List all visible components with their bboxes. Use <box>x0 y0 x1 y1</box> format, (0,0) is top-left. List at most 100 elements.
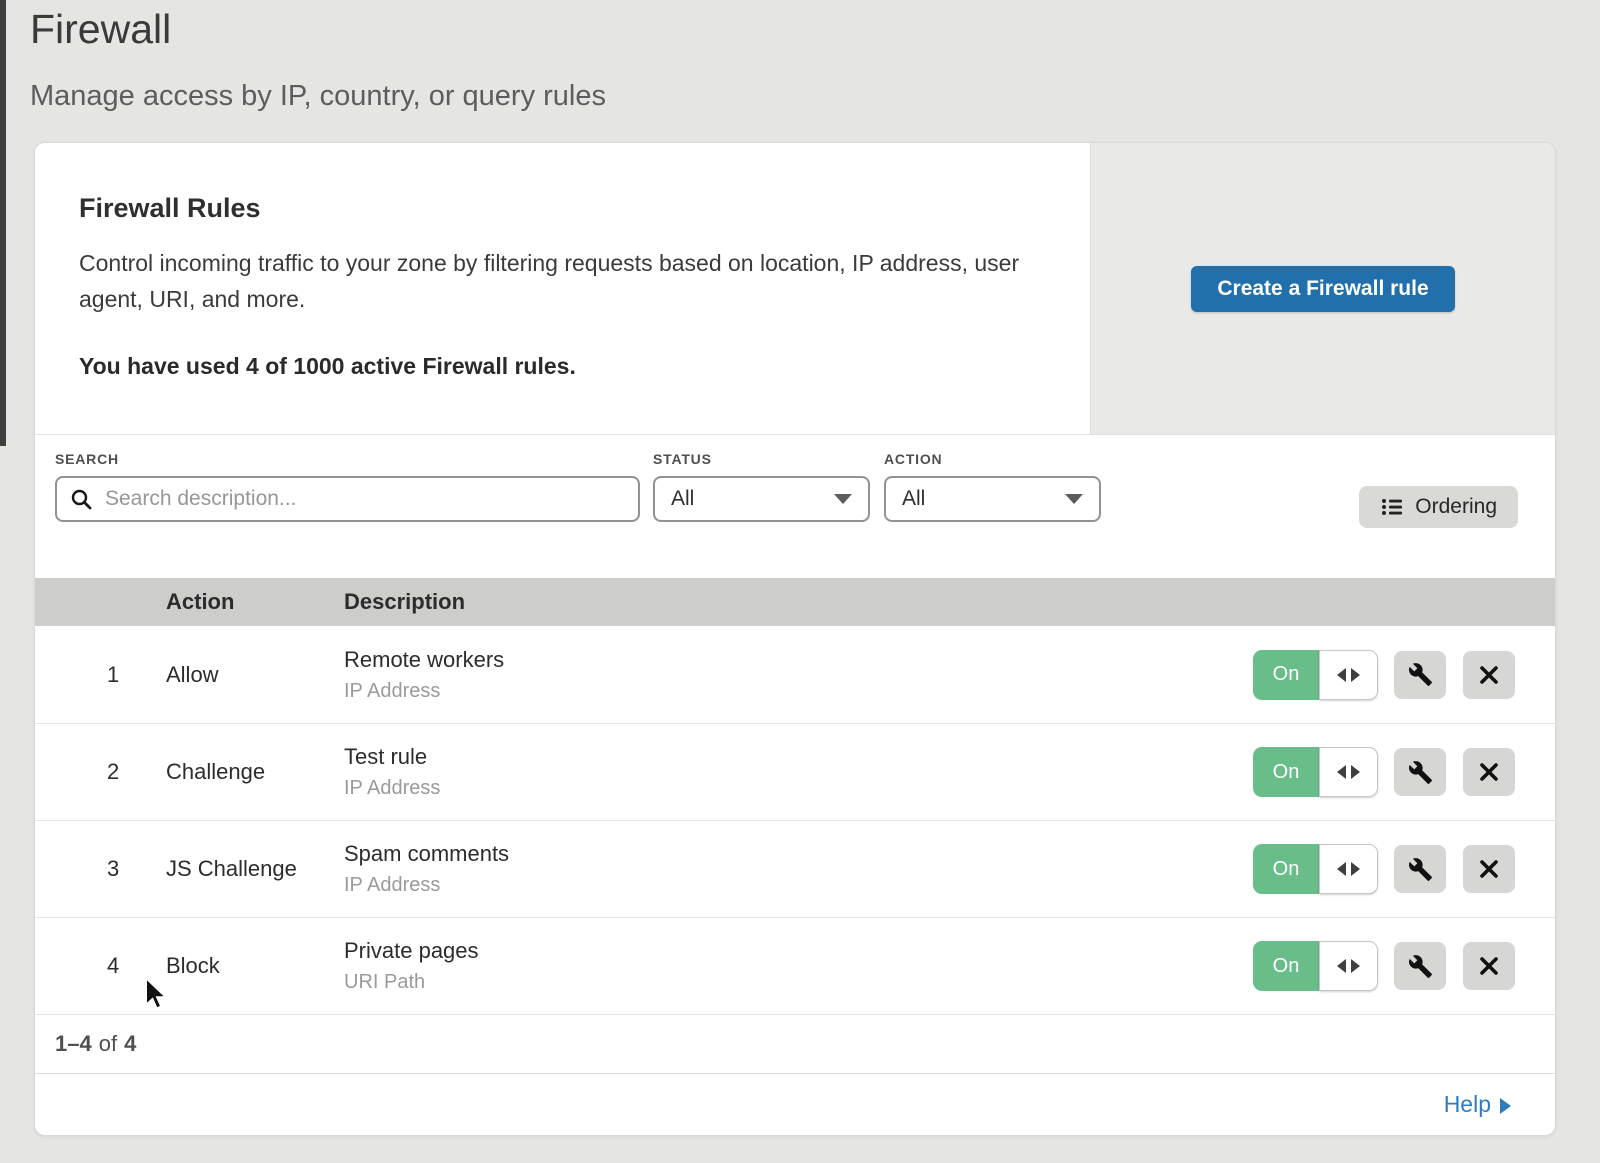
filters-bar: SEARCH STATUS All ACTION All <box>35 435 1555 578</box>
action-select[interactable]: All <box>884 476 1101 522</box>
card-footer: Help <box>35 1073 1555 1135</box>
ordered-list-icon <box>1380 495 1404 519</box>
status-select[interactable]: All <box>653 476 870 522</box>
rule-priority: 3 <box>35 856 166 882</box>
search-label: SEARCH <box>55 451 640 467</box>
rules-intro-section: Firewall Rules Control incoming traffic … <box>35 143 1555 435</box>
rule-enabled-toggle[interactable]: On <box>1253 747 1378 797</box>
rule-enabled-toggle[interactable]: On <box>1253 650 1378 700</box>
rule-description-cell: Test rule IP Address <box>344 744 1253 800</box>
delete-rule-button[interactable] <box>1463 942 1515 990</box>
help-link[interactable]: Help <box>1444 1091 1511 1118</box>
table-row: 1 Allow Remote workers IP Address On <box>35 626 1555 723</box>
rule-controls: On <box>1253 650 1555 700</box>
rule-action: Allow <box>166 662 344 688</box>
rule-match-field: IP Address <box>344 874 1253 897</box>
toggle-handle[interactable] <box>1319 941 1378 991</box>
search-icon <box>70 488 93 511</box>
status-selected-value: All <box>671 487 694 511</box>
rules-usage-note: You have used 4 of 1000 active Firewall … <box>79 353 1050 380</box>
toggle-handle[interactable] <box>1319 747 1378 797</box>
rule-priority: 4 <box>35 953 166 979</box>
delete-rule-button[interactable] <box>1463 651 1515 699</box>
delete-rule-button[interactable] <box>1463 748 1515 796</box>
edit-rule-button[interactable] <box>1394 942 1446 990</box>
arrow-left-icon <box>1337 765 1346 779</box>
pagination-total: 4 <box>124 1031 136 1057</box>
delete-rule-button[interactable] <box>1463 845 1515 893</box>
toggle-on-label: On <box>1253 844 1319 894</box>
close-icon <box>1478 955 1500 977</box>
status-label: STATUS <box>653 451 870 467</box>
arrow-left-icon <box>1337 862 1346 876</box>
search-filter-group: SEARCH <box>55 451 640 522</box>
create-firewall-rule-button[interactable]: Create a Firewall rule <box>1191 266 1454 312</box>
chevron-down-icon <box>834 494 852 504</box>
rule-action: Block <box>166 953 344 979</box>
pagination-separator: of <box>99 1031 117 1057</box>
table-row: 3 JS Challenge Spam comments IP Address … <box>35 820 1555 917</box>
rule-match-field: IP Address <box>344 777 1253 800</box>
table-row: 2 Challenge Test rule IP Address On <box>35 723 1555 820</box>
toggle-handle[interactable] <box>1319 650 1378 700</box>
rule-description: Remote workers <box>344 647 1253 673</box>
column-header-description: Description <box>344 589 1253 615</box>
toggle-on-label: On <box>1253 650 1319 700</box>
arrow-right-icon <box>1351 959 1360 973</box>
close-icon <box>1478 858 1500 880</box>
ordering-button[interactable]: Ordering <box>1359 486 1518 528</box>
rule-description-cell: Remote workers IP Address <box>344 647 1253 703</box>
column-header-action: Action <box>166 589 344 615</box>
rule-description: Private pages <box>344 938 1253 964</box>
wrench-icon <box>1408 662 1433 687</box>
rule-priority: 1 <box>35 662 166 688</box>
arrow-left-icon <box>1337 668 1346 682</box>
edit-rule-button[interactable] <box>1394 748 1446 796</box>
toggle-on-label: On <box>1253 747 1319 797</box>
edit-rule-button[interactable] <box>1394 845 1446 893</box>
toggle-handle[interactable] <box>1319 844 1378 894</box>
rule-action: JS Challenge <box>166 856 344 882</box>
firewall-rules-card: Firewall Rules Control incoming traffic … <box>35 143 1555 1135</box>
rule-enabled-toggle[interactable]: On <box>1253 941 1378 991</box>
rules-card-description: Control incoming traffic to your zone by… <box>79 246 1029 317</box>
wrench-icon <box>1408 760 1433 785</box>
close-icon <box>1478 761 1500 783</box>
table-row: 4 Block Private pages URI Path On <box>35 917 1555 1014</box>
arrow-right-icon <box>1351 862 1360 876</box>
create-rule-panel: Create a Firewall rule <box>1090 143 1555 434</box>
status-filter-group: STATUS All <box>653 451 870 522</box>
rule-description: Test rule <box>344 744 1253 770</box>
wrench-icon <box>1408 954 1433 979</box>
page-title: Firewall <box>30 6 171 53</box>
arrow-left-icon <box>1337 959 1346 973</box>
rules-intro-text: Firewall Rules Control incoming traffic … <box>35 143 1090 434</box>
rule-match-field: IP Address <box>344 680 1253 703</box>
search-input[interactable] <box>55 476 640 522</box>
close-icon <box>1478 664 1500 686</box>
action-filter-group: ACTION All <box>884 451 1101 522</box>
arrow-right-icon <box>1500 1098 1511 1114</box>
rule-controls: On <box>1253 844 1555 894</box>
edit-rule-button[interactable] <box>1394 651 1446 699</box>
arrow-right-icon <box>1351 668 1360 682</box>
rule-priority: 2 <box>35 759 166 785</box>
rule-controls: On <box>1253 747 1555 797</box>
rules-list: 1 Allow Remote workers IP Address On <box>35 626 1555 1014</box>
rule-enabled-toggle[interactable]: On <box>1253 844 1378 894</box>
pagination-range: 1–4 <box>55 1031 92 1057</box>
search-field-wrap <box>55 476 640 522</box>
table-header: Action Description <box>35 578 1555 626</box>
rule-description: Spam comments <box>344 841 1253 867</box>
chevron-down-icon <box>1065 494 1083 504</box>
pagination-bar: 1–4 of 4 <box>35 1014 1555 1073</box>
rule-description-cell: Private pages URI Path <box>344 938 1253 994</box>
help-link-label: Help <box>1444 1091 1491 1118</box>
rule-description-cell: Spam comments IP Address <box>344 841 1253 897</box>
rules-card-heading: Firewall Rules <box>79 193 1050 224</box>
rule-controls: On <box>1253 941 1555 991</box>
toggle-on-label: On <box>1253 941 1319 991</box>
rule-action: Challenge <box>166 759 344 785</box>
rule-match-field: URI Path <box>344 971 1253 994</box>
ordering-button-label: Ordering <box>1415 495 1497 519</box>
